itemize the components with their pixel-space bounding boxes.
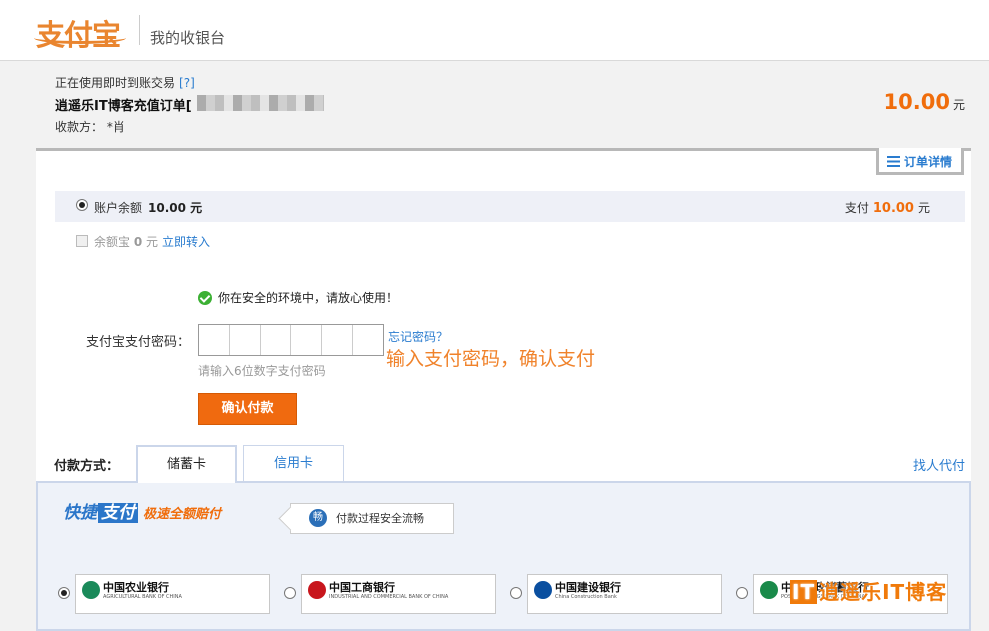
password-digit[interactable]: [199, 325, 230, 355]
security-note: 你在安全的环境中，请放心使用！: [198, 289, 398, 306]
tab-credit-card[interactable]: 信用卡: [243, 445, 344, 482]
bank-name: 中国建设银行: [555, 581, 621, 594]
password-digit[interactable]: [230, 325, 261, 355]
password-input[interactable]: [198, 324, 384, 356]
secure-flow-text: 付款过程安全流畅: [336, 512, 424, 525]
order-detail-tab[interactable]: 订单详情: [876, 148, 964, 175]
secure-flow-badge: 畅付款过程安全流畅: [290, 503, 454, 534]
balance-radio[interactable]: [76, 199, 88, 211]
quick-pay-brand-a: 快捷: [63, 503, 97, 523]
header: 支付宝 我的收银台: [0, 0, 989, 61]
bank-radio[interactable]: [736, 587, 748, 599]
payment-panel: 订单详情 账户余额 10.00 元 支付 10.00 元 余额宝 0 元立即转入 你在…: [36, 148, 971, 631]
yuebao-transfer-link[interactable]: 立即转入: [162, 235, 210, 249]
quick-pay-logo: 快捷 支付 极速全额赔付: [63, 498, 221, 523]
balance-pay-amount: 支付 10.00 元: [845, 199, 930, 216]
balance-pay-label: 支付: [844, 201, 869, 215]
ccb-logo-icon: [534, 581, 552, 599]
forgot-password-link[interactable]: 忘记密码？: [388, 328, 448, 345]
bank-card[interactable]: 中国工商银行 INDUSTRIAL AND COMMERCIAL BANK OF…: [301, 574, 496, 614]
header-divider: [139, 15, 140, 45]
redacted-order-number: [197, 95, 324, 111]
trade-mode-text: 正在使用即时到账交易: [55, 76, 176, 90]
password-digit[interactable]: [353, 325, 383, 355]
tab-debit-card[interactable]: 储蓄卡: [136, 445, 237, 483]
bank-radio[interactable]: [284, 587, 296, 599]
password-hint: 请输入6位数字支付密码: [198, 364, 326, 378]
payment-method-label: 付款方式：: [54, 459, 120, 474]
balance-pay-value: 10.00: [872, 201, 914, 216]
abc-logo-icon: [82, 581, 100, 599]
order-total: 10.00 元: [884, 90, 965, 114]
check-icon: [198, 291, 212, 305]
bank-name-en: INDUSTRIAL AND COMMERCIAL BANK OF CHINA: [329, 594, 449, 600]
yuebao-checkbox[interactable]: [76, 235, 88, 247]
bank-name: 中国工商银行: [329, 581, 395, 594]
account-balance-option[interactable]: 账户余额 10.00 元 支付 10.00 元: [55, 191, 965, 222]
bank-name-en: AGRICULTURAL BANK OF CHINA: [103, 594, 182, 600]
bank-card[interactable]: 中国农业银行 AGRICULTURAL BANK OF CHINA: [75, 574, 270, 614]
balance-pay-unit: 元: [917, 201, 930, 215]
yuebao-value: 0: [133, 235, 143, 249]
bank-name-en: China Construction Bank: [555, 594, 617, 600]
yuebao-label: 余额宝: [94, 235, 131, 249]
psbc-logo-icon: [760, 581, 778, 599]
order-total-unit: 元: [952, 98, 965, 112]
icbc-logo-icon: [308, 581, 326, 599]
confirm-payment-button[interactable]: 确认付款: [198, 393, 297, 425]
balance-value: 10.00 元: [148, 201, 203, 215]
order-total-amount: 10.00: [883, 90, 950, 114]
password-label: 支付宝支付密码：: [86, 335, 191, 350]
bank-radio[interactable]: [58, 587, 70, 599]
trade-mode-help-link[interactable]: [?]: [179, 76, 195, 90]
yuebao-option: 余额宝 0 元立即转入: [76, 233, 210, 250]
yuebao-unit: 元: [146, 235, 159, 249]
instruction-annotation: 输入支付密码，确认支付: [386, 348, 596, 370]
payee: 收款方： *肖: [55, 120, 125, 134]
security-note-text: 你在安全的环境中，请放心使用！: [218, 291, 399, 305]
list-icon: [887, 156, 900, 167]
order-detail-label: 订单详情: [904, 155, 953, 169]
bank-radio[interactable]: [510, 587, 522, 599]
blog-watermark: IT 逍遥乐IT博客: [790, 576, 947, 605]
order-info: 正在使用即时到账交易 [?] 逍遥乐IT博客充值订单[ 收款方： *肖 10.00…: [0, 62, 989, 150]
password-digit[interactable]: [322, 325, 354, 355]
cashier-title: 我的收银台: [150, 29, 226, 47]
password-digit[interactable]: [291, 325, 323, 355]
logo-swoosh-icon: [34, 32, 126, 44]
order-name: 逍遥乐IT博客充值订单[: [55, 99, 192, 114]
quick-pay-slogan: 极速全额赔付: [143, 507, 222, 522]
trade-mode: 正在使用即时到账交易 [?]: [55, 74, 195, 91]
quick-pay-brand-b: 支付: [98, 503, 138, 523]
agent-pay-link[interactable]: 找人代付: [913, 455, 965, 474]
smooth-icon: 畅: [309, 509, 327, 527]
watermark-it-box: IT: [790, 580, 818, 604]
watermark-text: 逍遥乐IT博客: [819, 580, 948, 604]
balance-label: 账户余额 10.00 元: [94, 199, 202, 216]
bank-name: 中国农业银行: [103, 581, 169, 594]
alipay-logo[interactable]: 支付宝: [34, 12, 132, 52]
balance-label-text: 账户余额: [94, 201, 143, 215]
bank-card[interactable]: 中国建设银行 China Construction Bank: [527, 574, 722, 614]
password-digit[interactable]: [261, 325, 292, 355]
